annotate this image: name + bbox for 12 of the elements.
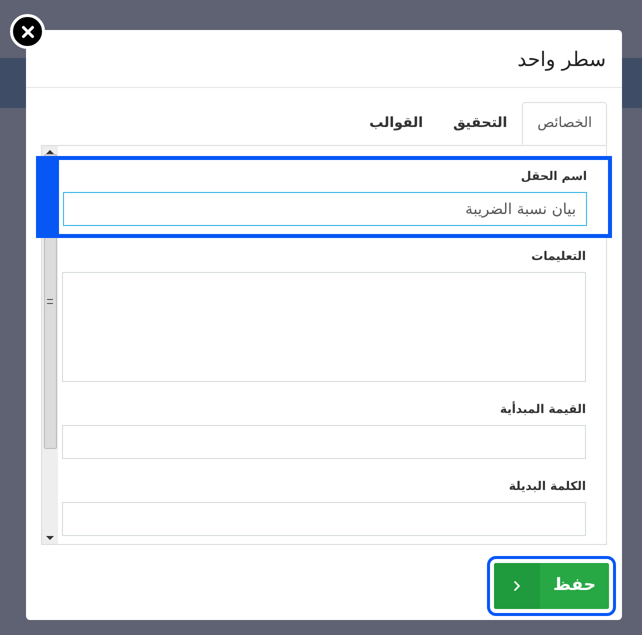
tab[interactable]: الخصائص — [522, 102, 607, 145]
text-field[interactable]: بيان نسبة الضريبة — [63, 192, 587, 226]
tab[interactable]: التحقيق — [438, 102, 522, 145]
field-label: القيمة المبدأية — [498, 400, 586, 418]
tab[interactable]: القوالب — [354, 102, 438, 145]
field-label: التعليمات — [530, 248, 586, 265]
text-field[interactable] — [62, 502, 586, 536]
text-field[interactable] — [62, 425, 586, 459]
field-label: الكلمة البديلة — [508, 478, 586, 495]
field-label: اسم الحقل — [520, 168, 587, 185]
instructions-field[interactable] — [62, 272, 586, 382]
dialog-title: سطر واحد — [517, 46, 606, 73]
